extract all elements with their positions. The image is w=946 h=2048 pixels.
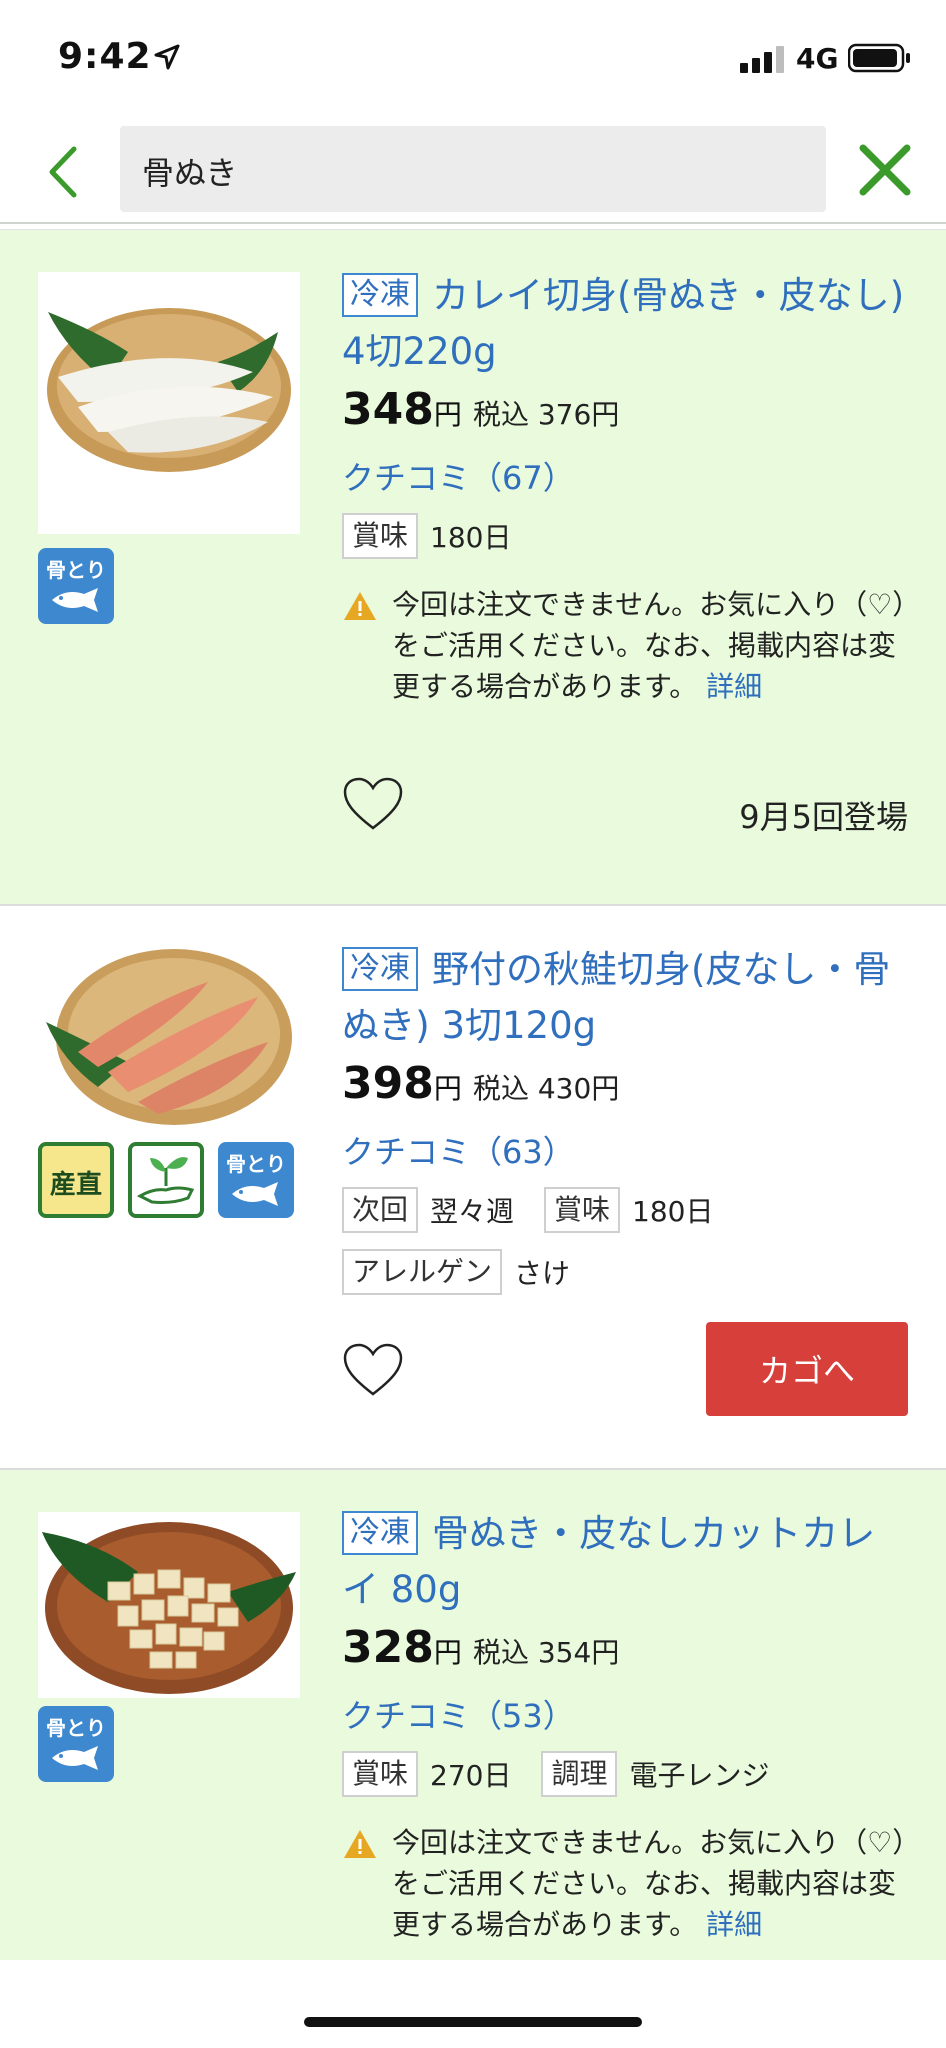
product-image[interactable] bbox=[38, 272, 300, 534]
appearance-schedule: 9月5回登場 bbox=[739, 798, 908, 836]
best-before-value: 180日 bbox=[632, 1195, 714, 1228]
price: 348 bbox=[342, 384, 434, 435]
signal-icon bbox=[740, 46, 784, 73]
product-title[interactable]: 冷凍 野付の秋鮭切身(皮なし・骨ぬき) 3切120g bbox=[342, 942, 912, 1054]
cooking-value: 電子レンジ bbox=[629, 1759, 770, 1792]
product-card[interactable]: 骨とり 冷凍 骨ぬき・皮なしカットカレイ 80g 328円 税込 354円 クチコ… bbox=[0, 1470, 946, 1960]
best-before-value: 270日 bbox=[430, 1759, 512, 1792]
frozen-tag: 冷凍 bbox=[342, 1511, 418, 1555]
price-row: 348円 税込 376円 bbox=[342, 384, 620, 435]
allergen-tag: アレルゲン bbox=[342, 1249, 503, 1295]
frozen-tag: 冷凍 bbox=[342, 947, 418, 991]
search-input[interactable]: 骨ぬき bbox=[120, 126, 826, 212]
add-to-cart-button[interactable]: カゴへ bbox=[706, 1322, 908, 1416]
detail-link[interactable]: 詳細 bbox=[706, 1908, 762, 1941]
status-bar: 9:42 4G bbox=[0, 0, 946, 118]
product-title[interactable]: 冷凍 カレイ切身(骨ぬき・皮なし) 4切220g bbox=[342, 268, 912, 380]
unavailable-notice: 今回は注文できません。お気に入り（♡）をご活用ください。なお、掲載内容は変更する… bbox=[342, 1822, 912, 1945]
boneless-badge-icon: 骨とり bbox=[218, 1142, 294, 1218]
favorite-heart-icon[interactable] bbox=[342, 776, 404, 832]
status-time: 9:42 bbox=[58, 36, 152, 77]
frozen-tag: 冷凍 bbox=[342, 273, 418, 317]
best-before-tag: 賞味 bbox=[544, 1187, 621, 1233]
location-arrow-icon bbox=[154, 44, 180, 70]
battery-icon bbox=[848, 43, 910, 73]
badge-row: 骨とり bbox=[38, 548, 114, 624]
badge-row: 骨とり bbox=[38, 1706, 114, 1782]
close-icon bbox=[859, 144, 911, 196]
product-info: 冷凍 骨ぬき・皮なしカットカレイ 80g 328円 税込 354円 クチコミ（53… bbox=[342, 1506, 912, 1945]
best-before-tag: 賞味 bbox=[342, 513, 419, 559]
allergen-value: さけ bbox=[514, 1257, 571, 1290]
price: 328 bbox=[342, 1622, 434, 1673]
tax-in-price: 税込 430円 bbox=[472, 1072, 620, 1105]
badge-row: 産直 骨とり bbox=[38, 1142, 294, 1218]
reviews-link[interactable]: クチコミ（63） bbox=[342, 1126, 912, 1178]
product-title[interactable]: 冷凍 骨ぬき・皮なしカットカレイ 80g bbox=[342, 1506, 912, 1618]
price: 398 bbox=[342, 1058, 434, 1109]
tax-in-price: 税込 354円 bbox=[472, 1636, 620, 1669]
next-delivery-tag: 次回 bbox=[342, 1187, 419, 1233]
meta-row: 賞味 180日 bbox=[342, 512, 912, 560]
clear-search-button[interactable] bbox=[855, 140, 915, 200]
product-image[interactable] bbox=[38, 942, 300, 1132]
meta-row: 賞味 270日 調理 電子レンジ bbox=[342, 1750, 912, 1798]
header-divider bbox=[0, 222, 946, 230]
product-image[interactable] bbox=[38, 1512, 300, 1698]
reviews-link[interactable]: クチコミ（67） bbox=[342, 452, 912, 504]
reviews-link[interactable]: クチコミ（53） bbox=[342, 1690, 912, 1742]
best-before-tag: 賞味 bbox=[342, 1751, 419, 1797]
best-before-value: 180日 bbox=[430, 521, 512, 554]
product-card[interactable]: 産直 骨とり 冷凍 野付の秋鮭切身(皮なし・骨ぬき) 3切120g 398円 税… bbox=[0, 906, 946, 1470]
product-list[interactable]: 骨とり 冷凍 カレイ切身(骨ぬき・皮なし) 4切220g 348円 税込 376円… bbox=[0, 230, 946, 1960]
back-button[interactable] bbox=[38, 142, 88, 202]
network-label: 4G bbox=[796, 42, 839, 75]
search-header: 骨ぬき bbox=[0, 118, 946, 228]
unavailable-notice: 今回は注文できません。お気に入り（♡）をご活用ください。なお、掲載内容は変更する… bbox=[342, 584, 912, 707]
product-card[interactable]: 骨とり 冷凍 カレイ切身(骨ぬき・皮なし) 4切220g 348円 税込 376円… bbox=[0, 230, 946, 906]
search-query: 骨ぬき bbox=[142, 154, 238, 192]
warning-icon bbox=[344, 1830, 376, 1858]
boneless-badge-icon: 骨とり bbox=[38, 1706, 114, 1782]
direct-delivery-badge-icon: 産直 bbox=[38, 1142, 114, 1218]
favorite-heart-icon[interactable] bbox=[342, 1342, 404, 1398]
home-indicator[interactable] bbox=[304, 2017, 642, 2027]
product-info: 冷凍 カレイ切身(骨ぬき・皮なし) 4切220g 348円 税込 376円 クチコ… bbox=[342, 268, 912, 707]
home-indicator-area bbox=[0, 1960, 946, 2048]
cooking-tag: 調理 bbox=[541, 1751, 618, 1797]
allergen-row: アレルゲン さけ bbox=[342, 1248, 912, 1296]
price-row: 398円 税込 430円 bbox=[342, 1058, 620, 1109]
boneless-badge-icon: 骨とり bbox=[38, 548, 114, 624]
price-row: 328円 税込 354円 bbox=[342, 1622, 620, 1673]
tax-in-price: 税込 376円 bbox=[472, 398, 620, 431]
detail-link[interactable]: 詳細 bbox=[706, 670, 762, 703]
meta-row: 次回 翌々週 賞味 180日 bbox=[342, 1186, 912, 1234]
sprout-hand-icon bbox=[128, 1142, 204, 1218]
product-info: 冷凍 野付の秋鮭切身(皮なし・骨ぬき) 3切120g 398円 税込 430円 ク… bbox=[342, 942, 912, 1296]
next-delivery-value: 翌々週 bbox=[430, 1195, 515, 1228]
chevron-left-icon bbox=[49, 146, 77, 198]
warning-icon bbox=[344, 592, 376, 620]
